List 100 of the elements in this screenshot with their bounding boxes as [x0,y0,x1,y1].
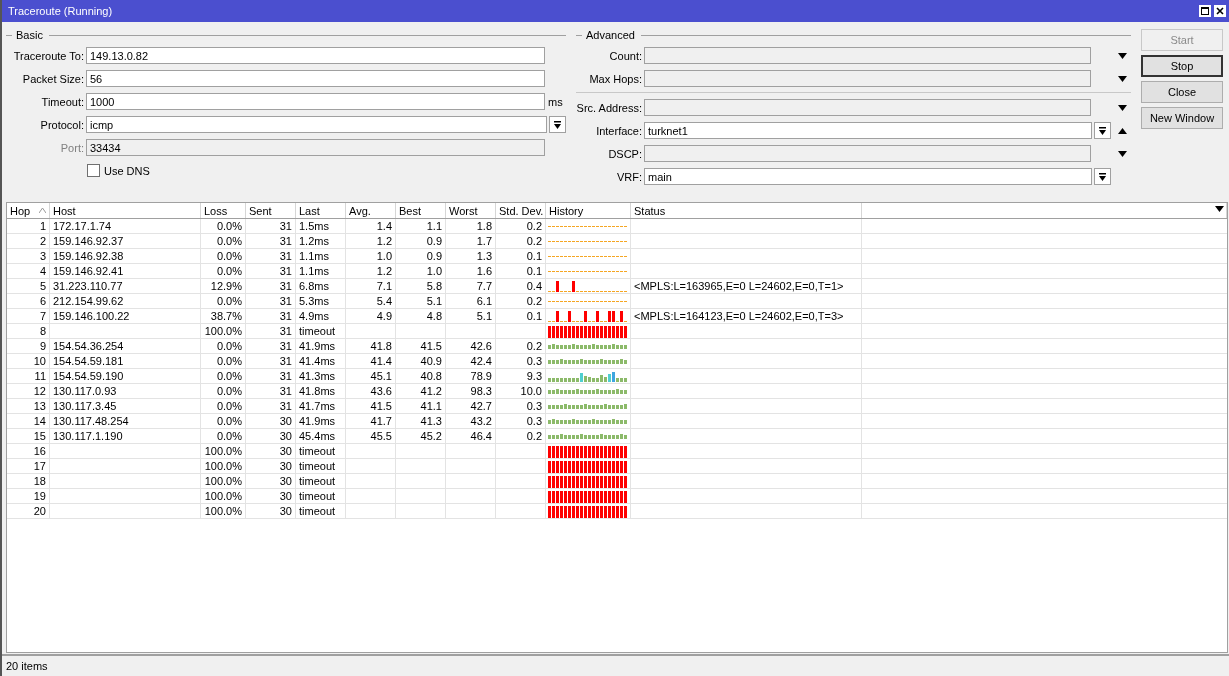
dropdown-button[interactable] [1094,168,1111,185]
dropdown-arrow-icon [1099,126,1106,135]
table-cell: 4.8 [396,309,446,324]
input-field[interactable] [644,145,1091,162]
input-field[interactable] [644,47,1091,64]
table-cell: 100.0% [201,459,246,474]
column-header[interactable]: Host [50,203,201,218]
window-title: Traceroute (Running) [8,5,113,17]
table-cell: 130.117.1.190 [50,429,201,444]
dropdown-field[interactable]: icmp [86,116,547,133]
table-cell: 45.2 [396,429,446,444]
table-cell: 31 [246,309,296,324]
table-cell: 7.1 [346,279,396,294]
collapse-icon[interactable] [1117,127,1127,134]
field-label: Count: [608,49,643,62]
column-header[interactable]: History [546,203,631,218]
table-cell: 1.1ms [296,264,346,279]
close-icon[interactable] [1214,5,1226,17]
table-cell: 31 [246,399,296,414]
table-cell: 1.0 [346,249,396,264]
table-cell: 41.1 [396,399,446,414]
dropdown-field[interactable]: main [644,168,1092,185]
table-cell: 41.8ms [296,384,346,399]
action-button[interactable]: Stop [1141,55,1223,77]
table-cell: 1.1 [396,219,446,234]
table-cell: 100.0% [201,489,246,504]
field-label: Protocol: [39,118,85,131]
table-cell: 6.8ms [296,279,346,294]
table-cell: 1 [7,219,50,234]
table-cell: 9.3 [496,369,546,384]
input-field[interactable] [644,70,1091,87]
table-cell: 1.4 [346,219,396,234]
column-header[interactable]: Std. Dev. [496,203,546,218]
table-cell: 0.0% [201,234,246,249]
table-cell: 154.54.36.254 [50,339,201,354]
column-header[interactable]: Sent [246,203,296,218]
table-cell: timeout [296,444,346,459]
column-header[interactable]: Worst [446,203,496,218]
table-cell: 0.0% [201,369,246,384]
field-label: Src. Address: [576,101,643,114]
maximize-icon[interactable] [1199,5,1211,17]
input-field[interactable]: 1000 [86,93,545,110]
table-cell: 78.9 [446,369,496,384]
table-cell: 212.154.99.62 [50,294,201,309]
table-cell: 17 [7,459,50,474]
action-button[interactable]: Close [1141,81,1223,103]
column-header[interactable]: Status [631,203,862,218]
table-cell: 159.146.92.37 [50,234,201,249]
expand-icon[interactable] [1117,52,1127,59]
table-cell: 0.1 [496,249,546,264]
input-field[interactable]: 56 [86,70,545,87]
dropdown-arrow-icon [1099,172,1106,181]
table-cell: 42.4 [446,354,496,369]
table-cell: 31 [246,354,296,369]
table-cell: 1.2 [346,234,396,249]
table-cell: 41.2 [396,384,446,399]
section-title: Advanced [576,28,1131,42]
table-cell: 0.4 [496,279,546,294]
table-cell: 30 [246,474,296,489]
action-button[interactable]: New Window [1141,107,1223,129]
input-field[interactable]: 149.13.0.82 [86,47,545,64]
dropdown-button[interactable] [1094,122,1111,139]
checkbox-label: Use DNS [104,164,150,177]
table-cell: 5 [7,279,50,294]
dropdown-button[interactable] [549,116,566,133]
table-cell: 11 [7,369,50,384]
table-cell: 0.2 [496,294,546,309]
table-cell: 40.8 [396,369,446,384]
table-cell: 1.1ms [296,249,346,264]
table-cell: 6.1 [446,294,496,309]
table-cell: 5.1 [446,309,496,324]
table-cell: 31 [246,324,296,339]
table-cell: 159.146.100.22 [50,309,201,324]
column-header[interactable]: Last [296,203,346,218]
table-cell: 1.6 [446,264,496,279]
table-cell: 30 [246,459,296,474]
table-cell: 31 [246,279,296,294]
column-menu-icon[interactable] [1215,206,1224,212]
table-cell: <MPLS:L=164123,E=0 L=24602,E=0,T=3> [631,309,862,324]
expand-icon[interactable] [1117,104,1127,111]
table-cell: 5.1 [396,294,446,309]
expand-icon[interactable] [1117,75,1127,82]
table-cell: 20 [7,504,50,519]
dropdown-field[interactable]: turknet1 [644,122,1092,139]
table-cell: 41.5 [346,399,396,414]
checkbox[interactable] [87,164,100,177]
expand-icon[interactable] [1117,150,1127,157]
table-cell: 1.2ms [296,234,346,249]
table-cell: 31 [246,369,296,384]
input-field[interactable] [644,99,1091,116]
column-header[interactable]: Best [396,203,446,218]
column-header[interactable]: Hop [7,203,50,218]
column-header[interactable]: Loss [201,203,246,218]
table-cell: 159.146.92.41 [50,264,201,279]
table-cell: 0.9 [396,249,446,264]
column-header[interactable]: Avg. [346,203,396,218]
table-cell: 4.9 [346,309,396,324]
table-cell: 98.3 [446,384,496,399]
table-cell: 16 [7,444,50,459]
table-cell: 30 [246,504,296,519]
